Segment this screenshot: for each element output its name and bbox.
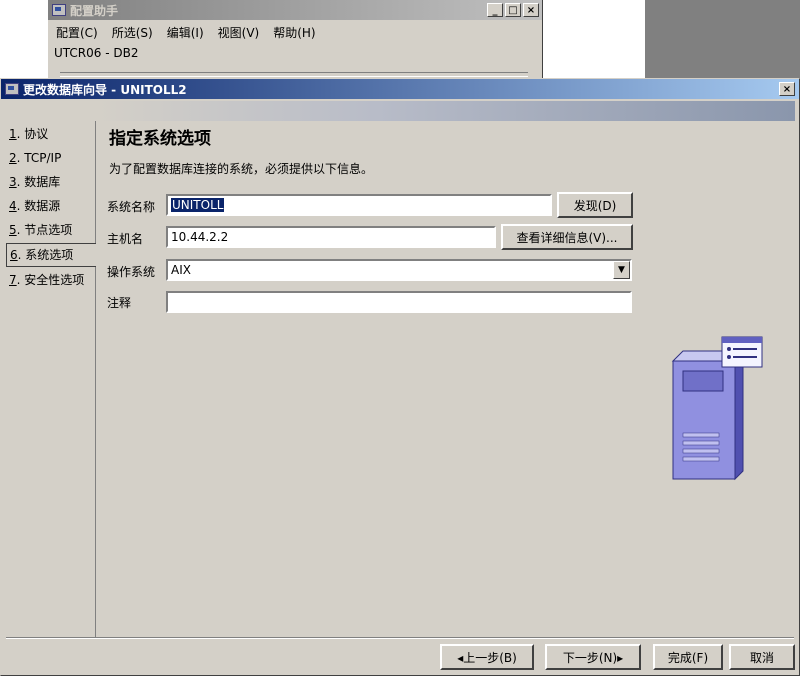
- step-system-options[interactable]: 6. 系统选项: [6, 243, 96, 267]
- minimize-icon[interactable]: _: [487, 3, 503, 17]
- app-icon: [52, 4, 66, 16]
- page-title: 指定系统选项: [109, 129, 211, 149]
- footer-divider: [6, 637, 794, 639]
- step-protocol[interactable]: 1. 协议: [6, 123, 95, 145]
- divider: [60, 72, 528, 77]
- step-database[interactable]: 3. 数据库: [6, 171, 95, 193]
- menubar: 配置(C) 所选(S) 编辑(I) 视图(V) 帮助(H): [48, 20, 542, 41]
- step-security-options[interactable]: 7. 安全性选项: [6, 269, 95, 291]
- step-node-options[interactable]: 5. 节点选项: [6, 219, 95, 241]
- menu-edit[interactable]: 编辑(I): [167, 24, 204, 41]
- os-value: AIX: [171, 263, 191, 277]
- discover-button[interactable]: 发现(D): [557, 192, 633, 218]
- menu-config[interactable]: 配置(C): [56, 24, 98, 41]
- wizard-titlebar: 更改数据库向导 - UNITOLL2 ×: [1, 79, 799, 99]
- host-name-label: 主机名: [107, 232, 144, 246]
- connection-status: UTCR06 - DB2: [54, 46, 139, 60]
- step-tcpip[interactable]: 2. TCP/IP: [6, 147, 95, 169]
- cancel-button[interactable]: 取消: [729, 644, 795, 670]
- system-name-input[interactable]: UNITOLL: [166, 194, 552, 216]
- os-label: 操作系统: [107, 265, 156, 279]
- host-name-input[interactable]: 10.44.2.2: [166, 226, 496, 248]
- config-assistant-title: 配置助手: [70, 3, 119, 18]
- host-name-value: 10.44.2.2: [171, 230, 229, 244]
- system-name-value: UNITOLL: [171, 198, 225, 212]
- desktop-background: [645, 0, 800, 78]
- comment-label: 注释: [107, 296, 132, 310]
- close-icon[interactable]: ×: [523, 3, 539, 17]
- header-banner: [97, 101, 795, 121]
- change-database-wizard: 更改数据库向导 - UNITOLL2 × 1. 协议 2. TCP/IP 3. …: [0, 78, 800, 676]
- system-name-label: 系统名称: [107, 200, 156, 214]
- page-description: 为了配置数据库连接的系统，必须提供以下信息。: [109, 162, 374, 176]
- maximize-icon[interactable]: □: [505, 3, 521, 17]
- os-select[interactable]: AIX ▼: [166, 259, 632, 281]
- menu-help[interactable]: 帮助(H): [273, 24, 315, 41]
- wizard-steps: 1. 协议 2. TCP/IP 3. 数据库 4. 数据源 5. 节点选项 6.…: [6, 121, 96, 637]
- config-assistant-titlebar: 配置助手 _ □ ×: [48, 0, 542, 20]
- wizard-app-icon: [5, 83, 19, 95]
- next-button[interactable]: 下一步(N)▸: [545, 644, 641, 670]
- wizard-close-icon[interactable]: ×: [779, 82, 795, 96]
- wizard-title: 更改数据库向导 - UNITOLL2: [23, 82, 187, 97]
- back-button[interactable]: ◂上一步(B): [440, 644, 534, 670]
- finish-button[interactable]: 完成(F): [653, 644, 723, 670]
- step-data-source[interactable]: 4. 数据源: [6, 195, 95, 217]
- chevron-down-icon[interactable]: ▼: [613, 261, 630, 279]
- comment-input[interactable]: [166, 291, 632, 313]
- menu-selected[interactable]: 所选(S): [112, 24, 153, 41]
- view-details-button[interactable]: 查看详细信息(V)...: [501, 224, 633, 250]
- server-illustration: [671, 336, 763, 481]
- menu-view[interactable]: 视图(V): [218, 24, 260, 41]
- config-assistant-window: 配置助手 _ □ × 配置(C) 所选(S) 编辑(I) 视图(V) 帮助(H)…: [47, 0, 543, 78]
